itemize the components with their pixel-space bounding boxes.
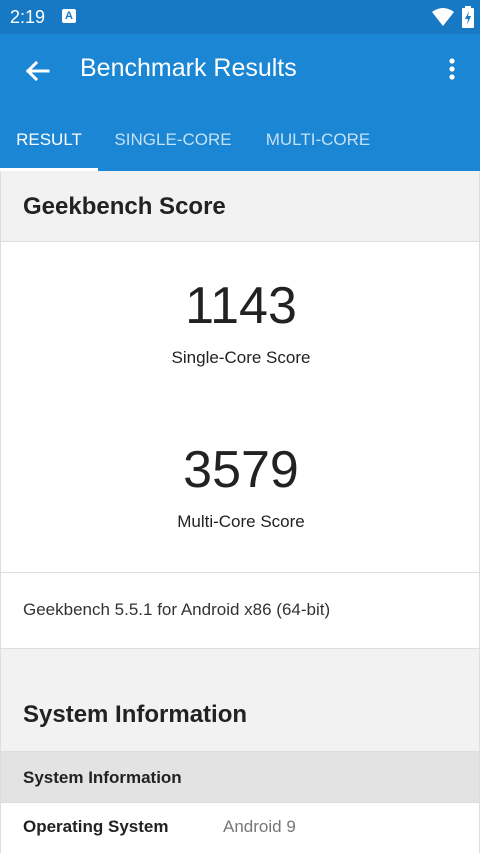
geekbench-score-header: Geekbench Score: [0, 171, 480, 241]
results-content[interactable]: Geekbench Score 1143 Single-Core Score 3…: [0, 171, 480, 853]
row-key: Operating System: [23, 817, 169, 836]
wifi-icon: [432, 8, 454, 26]
arrow-back-icon[interactable]: [22, 56, 52, 86]
system-info-title: System Information: [23, 701, 248, 728]
battery-charging-icon: [462, 6, 474, 28]
version-text: Geekbench 5.5.1 for Android x86 (64-bit): [23, 600, 331, 619]
system-info-header: System Information: [0, 649, 480, 751]
app-bar: Benchmark Results: [0, 34, 480, 108]
score-panel: 1143 Single-Core Score 3579 Multi-Core S…: [0, 241, 480, 573]
single-core-value: 1143: [185, 277, 297, 335]
tab-result[interactable]: RESULT: [0, 108, 98, 171]
system-info-subtitle: System Information: [23, 768, 182, 787]
tab-multi-core[interactable]: MULTI-CORE: [248, 108, 388, 171]
tab-single-core[interactable]: SINGLE-CORE: [98, 108, 248, 171]
multi-core-value: 3579: [183, 441, 299, 499]
status-time: 2:19: [10, 7, 46, 27]
row-value: Android 9: [223, 817, 296, 836]
single-core-label: Single-Core Score: [171, 348, 311, 367]
multi-core-score: 3579 Multi-Core Score: [1, 440, 480, 532]
single-core-score: 1143 Single-Core Score: [1, 276, 480, 368]
table-row: Operating System Android 9: [0, 803, 480, 853]
system-info-subheader: System Information: [0, 751, 480, 803]
status-bar: 2:19 A: [0, 0, 480, 34]
notification-icon: A: [62, 9, 76, 23]
tab-bar: RESULT SINGLE-CORE MULTI-CORE: [0, 108, 480, 171]
more-vert-icon[interactable]: [440, 54, 464, 84]
geekbench-score-title: Geekbench Score: [23, 193, 226, 220]
version-row: Geekbench 5.5.1 for Android x86 (64-bit): [0, 573, 480, 649]
page-title: Benchmark Results: [80, 54, 297, 82]
multi-core-label: Multi-Core Score: [177, 512, 305, 531]
status-icons: [432, 6, 474, 28]
